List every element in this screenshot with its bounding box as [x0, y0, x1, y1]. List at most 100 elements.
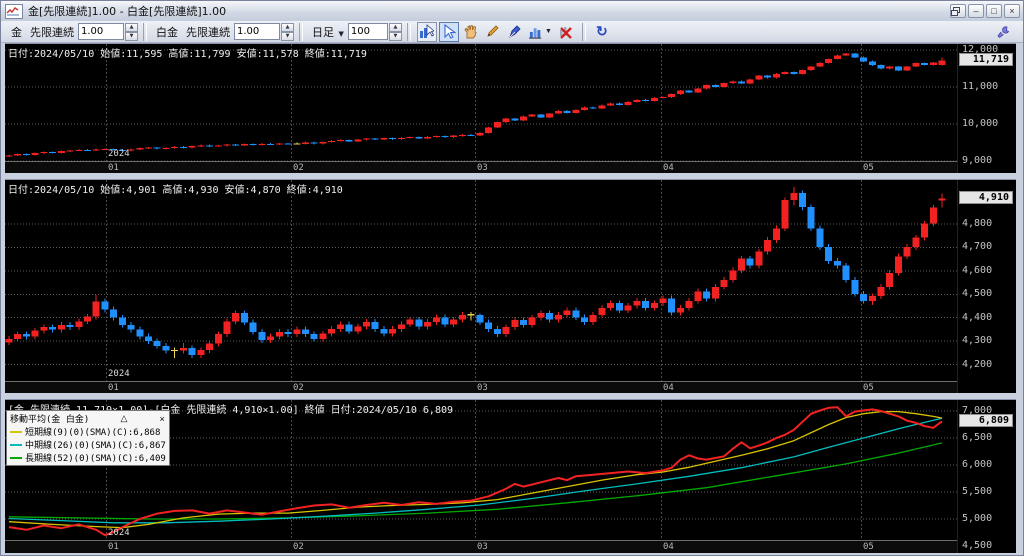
spread-price-axis: 7,000 6,500 6,000 5,500 5,000 4,500 6,809 [957, 400, 1016, 553]
timeframe-dropdown[interactable]: 日足 ▼ [312, 24, 344, 40]
chevron-down-icon: ▼ [338, 29, 344, 38]
candle-body [860, 57, 868, 62]
bars-count-input[interactable] [347, 23, 388, 40]
maximize-button[interactable]: □ [986, 4, 1002, 18]
candle-body [275, 143, 283, 145]
candle-body [833, 55, 841, 60]
legend-collapse-button[interactable]: △ [119, 413, 128, 424]
candle-body [101, 301, 109, 310]
platinum-series-label: 先限連続 [186, 25, 230, 39]
candle-body [563, 110, 571, 113]
clear-chart-icon[interactable] [556, 22, 576, 42]
candle-body [232, 144, 240, 146]
minimize-button[interactable]: – [968, 4, 984, 18]
candle-body [249, 144, 257, 146]
close-button[interactable]: × [1004, 4, 1020, 18]
pointer-tool-icon[interactable] [438, 21, 459, 42]
chart-cursor-icon[interactable] [416, 21, 437, 42]
gold-multiplier-stepper[interactable]: ▲ ▼ [125, 23, 138, 41]
candle-body [179, 348, 187, 351]
candle-body [171, 146, 179, 148]
month-label: 01 [108, 542, 119, 552]
toolbar-separator [143, 22, 147, 41]
sma-line-swatch [10, 430, 22, 433]
app-chart-icon [5, 3, 23, 19]
candle-body [877, 65, 885, 69]
candle-body [267, 336, 275, 341]
candle-body [938, 60, 946, 65]
axis-tick-label: 10,000 [962, 117, 999, 129]
candle-body [799, 193, 807, 208]
candle-body [485, 322, 493, 329]
month-label: 02 [293, 542, 304, 552]
candle-body [624, 101, 632, 105]
candle-body [860, 293, 868, 301]
candle-body [755, 75, 763, 80]
candle-body [223, 144, 231, 146]
legend-close-button[interactable]: × [159, 414, 166, 424]
candle-body [851, 279, 859, 294]
candle-body [92, 149, 100, 151]
candle-body [127, 324, 135, 330]
candle-body [424, 136, 432, 139]
hand-tool-icon[interactable] [461, 22, 481, 42]
axis-tick-label: 5,500 [962, 486, 993, 497]
candle-body [502, 327, 510, 335]
candle-body [319, 141, 327, 144]
legend-item: 中期線(26)(0)(SMA)(C):6,867 [10, 438, 166, 451]
candle-body [14, 334, 22, 339]
month-label: 02 [293, 163, 304, 173]
candle-body [83, 149, 91, 151]
candle-body [75, 321, 83, 328]
candle-body [162, 345, 170, 351]
candle-body [275, 331, 283, 337]
candle-body [711, 84, 719, 87]
platinum-multiplier-stepper[interactable]: ▲ ▼ [281, 23, 294, 41]
platinum-symbol-label: 白金 [156, 25, 178, 39]
candle-body [659, 97, 667, 99]
candle-body [136, 329, 144, 337]
candle-body [833, 261, 841, 266]
gold-plot[interactable] [5, 44, 957, 161]
legend-title: 移動平均(金 白金) [10, 415, 90, 425]
platinum-plot[interactable] [5, 180, 957, 381]
candle-body [868, 61, 876, 66]
candle-body [162, 147, 170, 149]
current-price-tag: 6,809 [959, 414, 1013, 428]
candle-body [118, 317, 126, 325]
platinum-multiplier-input[interactable] [234, 23, 280, 40]
spread-month-strip: 01 02 03 04 05 [5, 540, 957, 553]
candle-body [633, 300, 641, 306]
refresh-icon[interactable]: ↻ [592, 22, 612, 42]
candle-body [764, 75, 772, 78]
candle-body [511, 118, 519, 121]
candle-body [110, 309, 118, 318]
wrench-icon[interactable] [993, 22, 1013, 42]
float-window-button[interactable] [950, 4, 966, 18]
candle-body [694, 88, 702, 93]
candle-body [519, 320, 527, 325]
candle-body [450, 319, 458, 325]
candle-body [598, 105, 606, 109]
platinum-year-label: 2024 [108, 369, 130, 379]
candle-body [328, 140, 336, 142]
bars-count-stepper[interactable]: ▲ ▼ [388, 23, 402, 41]
chevron-down-icon: ▼ [544, 28, 552, 35]
candle-body [458, 134, 466, 136]
pencil-tool-icon[interactable] [483, 22, 503, 42]
month-label: 05 [863, 383, 874, 393]
month-label: 02 [293, 383, 304, 393]
pen-tool-icon[interactable] [505, 22, 525, 42]
candle-body [676, 307, 684, 313]
month-label: 05 [863, 163, 874, 173]
candle-body [842, 265, 850, 280]
candle-body [572, 310, 580, 318]
platinum-chart-panel: 日付:2024/05/10 始値:4,901 高値:4,930 安値:4,870… [5, 179, 1016, 394]
bar-chart-icon[interactable]: ▼ [527, 22, 554, 42]
gold-multiplier-input[interactable] [78, 23, 124, 40]
candle-body [136, 148, 144, 150]
candle-body [371, 321, 379, 329]
candle-body [397, 324, 405, 329]
month-label: 05 [863, 542, 874, 552]
candle-body [938, 198, 946, 201]
